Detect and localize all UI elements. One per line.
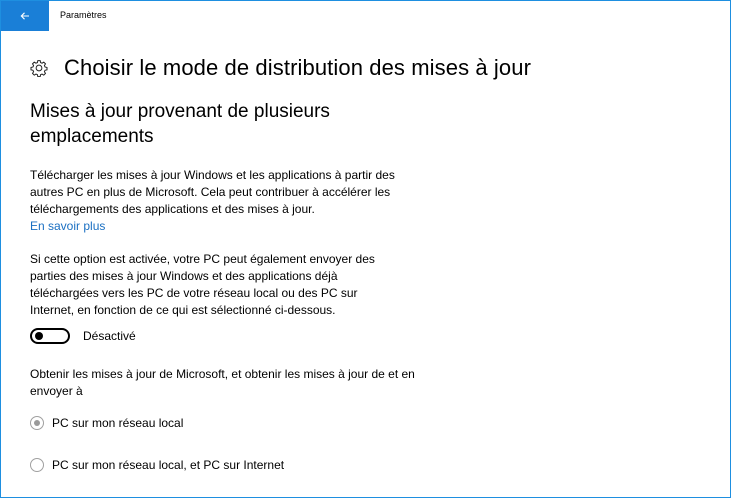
page-header: Choisir le mode de distribution des mise… xyxy=(30,55,531,81)
title-bar: Paramètres xyxy=(1,0,730,31)
delivery-optimization-toggle[interactable] xyxy=(30,328,70,344)
settings-window: Paramètres Choisir le mode de distributi… xyxy=(0,0,731,498)
radio-label-local-network: PC sur mon réseau local xyxy=(52,416,184,430)
radio-option-local-network[interactable]: PC sur mon réseau local xyxy=(30,416,183,430)
page-title: Choisir le mode de distribution des mise… xyxy=(64,55,532,80)
back-button[interactable] xyxy=(1,1,49,31)
gear-icon xyxy=(30,60,48,77)
intro-paragraph: Télécharger les mises à jour Windows et … xyxy=(30,167,415,235)
radio-button-selected[interactable] xyxy=(30,416,44,430)
radio-button-unselected[interactable] xyxy=(30,458,44,472)
radio-label-local-and-internet: PC sur mon réseau local, et PC sur Inter… xyxy=(52,458,285,472)
radio-option-local-and-internet[interactable]: PC sur mon réseau local, et PC sur Inter… xyxy=(30,458,284,472)
options-prompt: Obtenir les mises à jour de Microsoft, e… xyxy=(30,367,415,398)
learn-more-link[interactable]: En savoir plus xyxy=(30,219,105,233)
delivery-optimization-toggle-row: Désactivé xyxy=(30,328,136,344)
toggle-state-label: Désactivé xyxy=(83,329,136,343)
arrow-left-icon xyxy=(20,12,29,20)
toggle-knob xyxy=(35,332,43,340)
radio-dot xyxy=(34,420,40,426)
section-title: Mises à jour provenant de plusieurs empl… xyxy=(30,101,330,147)
intro-text: Télécharger les mises à jour Windows et … xyxy=(30,168,395,216)
app-title: Paramètres xyxy=(60,10,107,20)
explanation-paragraph: Si cette option est activée, votre PC pe… xyxy=(30,252,375,317)
